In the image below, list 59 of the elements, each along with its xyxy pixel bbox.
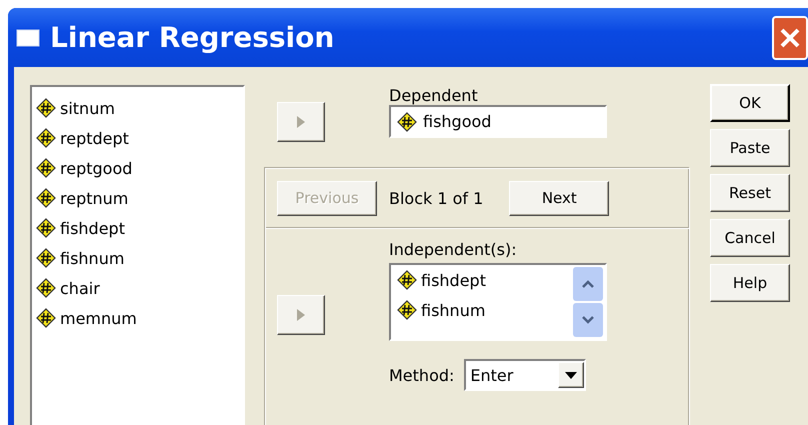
window-title: Linear Regression — [50, 21, 334, 54]
independents-list[interactable]: fishdept fishnum — [389, 263, 607, 341]
dialog-button[interactable]: Reset — [710, 174, 790, 212]
variable-item[interactable]: reptdept — [36, 123, 239, 153]
variable-icon — [36, 248, 56, 268]
variable-item[interactable]: fishnum — [397, 295, 571, 325]
variable-name: chair — [60, 278, 100, 298]
variable-name: reptnum — [60, 188, 128, 208]
variable-name: reptdept — [60, 128, 129, 148]
variable-icon — [36, 218, 56, 238]
scroll-up-button[interactable] — [573, 267, 603, 301]
method-value: Enter — [470, 366, 514, 384]
dependent-value: fishgood — [423, 112, 492, 131]
dialog-button[interactable]: Cancel — [710, 219, 790, 257]
arrow-right-icon — [297, 116, 305, 128]
dialog-button[interactable]: Help — [710, 264, 790, 302]
window-icon — [16, 28, 40, 46]
variable-name: reptgood — [60, 158, 132, 178]
dialog-button[interactable]: Paste — [710, 129, 790, 167]
variable-item[interactable]: reptnum — [36, 183, 239, 213]
variable-item[interactable]: fishdept — [397, 265, 571, 295]
next-button[interactable]: Next — [509, 180, 610, 216]
variable-list[interactable]: sitnum reptdept reptgood reptnum fishdept fishnum chair memnum — [30, 85, 245, 425]
dependent-field[interactable]: fishgood — [389, 105, 607, 138]
block-label: Block 1 of 1 — [389, 188, 484, 208]
variable-icon — [36, 308, 56, 328]
variable-item[interactable]: sitnum — [36, 93, 239, 123]
dropdown-button[interactable] — [558, 362, 584, 388]
close-icon — [779, 26, 801, 48]
method-label: Method: — [389, 366, 454, 384]
variable-icon — [36, 128, 56, 148]
variable-name: fishdept — [421, 270, 486, 290]
variable-item[interactable]: memnum — [36, 303, 239, 333]
variable-name: fishnum — [60, 248, 124, 268]
dialog-button[interactable]: OK — [710, 84, 790, 122]
variable-item[interactable]: reptgood — [36, 153, 239, 183]
variable-icon — [397, 270, 417, 290]
variable-name: fishnum — [421, 300, 486, 320]
scroll-down-button[interactable] — [573, 303, 603, 337]
caret-icon — [565, 372, 578, 378]
chevron-up-icon — [581, 279, 595, 289]
method-dropdown[interactable]: Enter — [464, 359, 586, 391]
chevron-down-icon — [581, 315, 595, 325]
variable-icon — [36, 158, 56, 178]
variable-icon — [397, 300, 417, 320]
dependent-label: Dependent — [389, 86, 479, 105]
variable-icon — [36, 278, 56, 298]
variable-name: memnum — [60, 308, 137, 328]
variable-icon — [36, 98, 56, 118]
variable-name: sitnum — [60, 98, 115, 118]
independents-label: Independent(s): — [389, 240, 518, 259]
close-button[interactable] — [772, 16, 808, 60]
variable-item[interactable]: fishnum — [36, 243, 239, 273]
variable-icon — [36, 188, 56, 208]
variable-item[interactable]: fishdept — [36, 213, 239, 243]
variable-item[interactable]: chair — [36, 273, 239, 303]
variable-name: fishdept — [60, 218, 125, 238]
arrow-right-icon — [297, 309, 305, 321]
variable-icon — [397, 112, 417, 132]
